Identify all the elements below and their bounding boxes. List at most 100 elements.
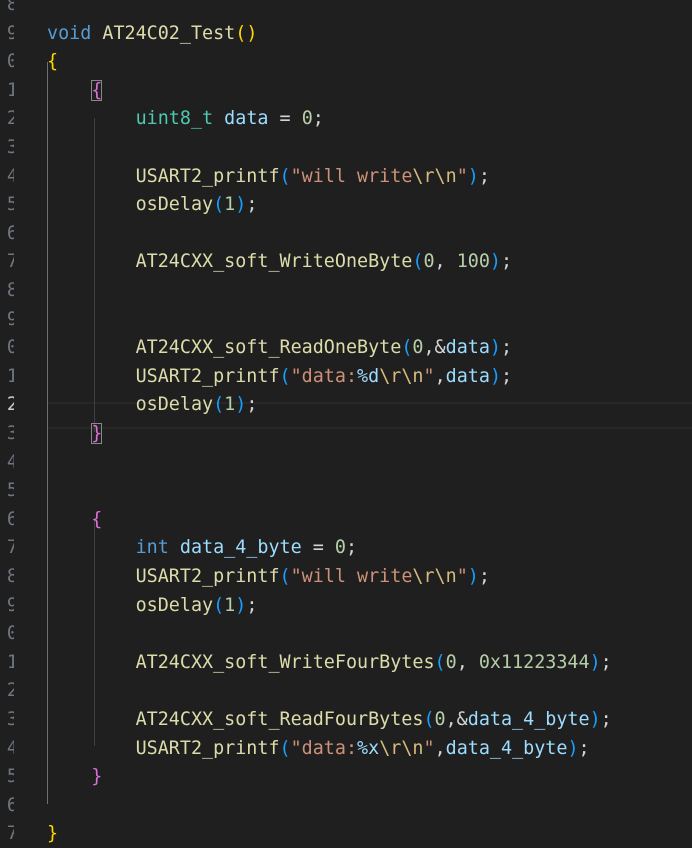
code-token: } <box>91 766 103 788</box>
code-token: "data: <box>290 365 358 387</box>
code-token: \r\n <box>412 566 457 587</box>
line-number[interactable]: 2 <box>0 105 14 134</box>
code-token: ) <box>589 651 601 673</box>
code-editor[interactable]: 890123456789012345678901234567 void AT24… <box>0 0 692 848</box>
line-number[interactable]: 9 <box>0 306 14 335</box>
code-token: " <box>423 365 435 387</box>
line-number[interactable]: 5 <box>0 763 14 792</box>
code-line[interactable]: { <box>47 506 102 535</box>
line-number[interactable]: 1 <box>0 77 14 106</box>
code-token: = <box>301 537 335 559</box>
line-number[interactable]: 2 <box>0 677 14 706</box>
code-token: ) <box>489 251 501 273</box>
code-token: , <box>434 737 446 759</box>
code-token: 1 <box>224 194 236 216</box>
line-number[interactable]: 5 <box>0 191 14 220</box>
line-number[interactable]: 8 <box>0 0 14 20</box>
code-line[interactable]: } <box>47 820 58 848</box>
code-token: data <box>445 337 490 359</box>
line-number[interactable]: 0 <box>0 620 14 649</box>
line-number[interactable]: 7 <box>0 820 14 848</box>
code-token: osDelay <box>135 594 214 616</box>
line-number[interactable]: 1 <box>0 363 14 392</box>
code-line[interactable]: osDelay(1); <box>47 391 258 420</box>
line-number[interactable]: 2 <box>0 391 14 420</box>
code-token: USART2_printf <box>135 737 280 759</box>
code-token: , <box>456 651 479 673</box>
code-token: \r\n <box>379 737 424 759</box>
code-line[interactable]: osDelay(1); <box>47 191 258 220</box>
line-number[interactable]: 5 <box>0 477 14 506</box>
code-token: ( <box>279 737 291 759</box>
code-token: USART2_printf <box>135 165 280 187</box>
code-token: ) <box>489 337 501 359</box>
code-line[interactable]: { <box>47 77 103 106</box>
code-line[interactable]: int data_4_byte = 0; <box>47 534 357 563</box>
code-token: osDelay <box>135 194 214 216</box>
code-token: ; <box>246 594 258 616</box>
line-number[interactable]: 3 <box>0 134 14 163</box>
code-token: ; <box>478 165 490 187</box>
code-line[interactable]: AT24CXX_soft_ReadFourBytes(0,&data_4_byt… <box>47 706 612 735</box>
line-number[interactable]: 9 <box>0 20 14 49</box>
code-line[interactable]: } <box>47 420 103 449</box>
line-number[interactable]: 7 <box>0 534 14 563</box>
code-token: "will write <box>290 566 413 587</box>
code-token: uint8_t <box>135 108 214 130</box>
code-token: ,& <box>423 337 446 359</box>
line-number[interactable]: 6 <box>0 792 14 821</box>
line-number[interactable]: 0 <box>0 334 14 363</box>
line-number[interactable]: 7 <box>0 248 14 277</box>
line-number[interactable]: 3 <box>0 420 14 449</box>
code-line[interactable]: USART2_printf("will write\r\n"); <box>47 563 490 592</box>
code-token: \r\n <box>412 165 457 187</box>
code-token: data_4_byte <box>179 537 302 559</box>
code-token: ; <box>501 337 513 359</box>
code-token: AT24CXX_soft_ReadOneByte <box>135 337 402 359</box>
code-token: ; <box>246 194 258 216</box>
code-token: } <box>91 423 103 444</box>
code-line[interactable]: osDelay(1); <box>47 592 258 621</box>
code-token: ; <box>600 709 612 730</box>
line-number[interactable]: 1 <box>0 649 14 678</box>
line-number[interactable]: 3 <box>0 706 14 735</box>
line-number[interactable]: 4 <box>0 735 14 764</box>
code-token: 0 <box>412 337 424 359</box>
code-token: ( <box>279 165 291 187</box>
code-line[interactable]: USART2_printf("will write\r\n"); <box>47 163 490 192</box>
code-line[interactable]: USART2_printf("data:%d\r\n",data); <box>47 363 513 392</box>
line-number-gutter[interactable]: 890123456789012345678901234567 <box>0 0 14 848</box>
code-token: 0 <box>434 709 446 730</box>
line-number[interactable]: 0 <box>0 48 14 77</box>
line-number[interactable]: 6 <box>0 220 14 249</box>
code-token: { <box>91 79 103 101</box>
line-number[interactable]: 4 <box>0 449 14 478</box>
line-number[interactable]: 8 <box>0 277 14 306</box>
line-number[interactable]: 4 <box>0 163 14 192</box>
code-line[interactable]: AT24CXX_soft_WriteOneByte(0, 100); <box>47 248 513 277</box>
code-token: 0 <box>445 651 457 673</box>
line-number[interactable]: 8 <box>0 563 14 592</box>
code-line[interactable]: AT24CXX_soft_ReadOneByte(0,&data); <box>47 334 513 363</box>
code-line[interactable]: } <box>47 763 102 792</box>
code-token: ; <box>501 365 513 387</box>
code-line[interactable]: USART2_printf("data:%x\r\n",data_4_byte)… <box>47 735 590 764</box>
code-line[interactable]: { <box>47 48 58 77</box>
code-token: int <box>135 537 169 559</box>
code-line[interactable]: uint8_t data = 0; <box>47 105 324 134</box>
code-area[interactable]: void AT24C02_Test(){ { uint8_t data = 0;… <box>47 0 692 848</box>
code-token: AT24CXX_soft_ReadFourBytes <box>135 709 424 730</box>
line-number[interactable]: 9 <box>0 592 14 621</box>
code-token: AT24CXX_soft_WriteOneByte <box>135 251 413 273</box>
code-line[interactable]: void AT24C02_Test() <box>47 20 257 49</box>
code-line[interactable]: AT24CXX_soft_WriteFourBytes(0, 0x1122334… <box>47 649 612 678</box>
line-number[interactable]: 6 <box>0 506 14 535</box>
